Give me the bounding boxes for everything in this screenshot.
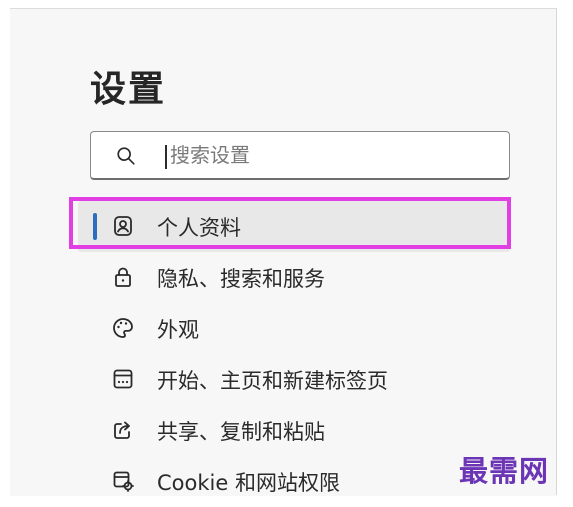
profile-icon [114, 216, 132, 236]
panel-divider [556, 8, 557, 495]
nav-item-label: 开始、主页和新建标签页 [157, 369, 388, 393]
share-icon [114, 421, 130, 439]
lock-icon [115, 267, 131, 287]
nav-item-label: 共享、复制和粘贴 [157, 420, 325, 444]
nav-item-share-copy-paste[interactable]: 共享、复制和粘贴 [78, 405, 510, 456]
settings-nav: 个人资料 隐私、搜索和服务 外观 开始、主页和新建标签页 共享、复制和粘贴 Co… [78, 201, 510, 507]
nav-item-privacy[interactable]: 隐私、搜索和服务 [78, 252, 510, 303]
nav-item-label: 隐私、搜索和服务 [157, 267, 325, 291]
nav-item-start-home-newtab[interactable]: 开始、主页和新建标签页 [78, 354, 510, 405]
nav-item-cookies-permissions[interactable]: Cookie 和网站权限 [78, 456, 510, 507]
nav-item-appearance[interactable]: 外观 [78, 303, 510, 354]
text-caret [165, 145, 167, 169]
search-box[interactable] [90, 131, 510, 180]
nav-item-label: Cookie 和网站权限 [157, 471, 340, 495]
nav-item-label: 个人资料 [157, 216, 241, 240]
home-page-icon [113, 369, 133, 389]
palette-icon [113, 318, 133, 338]
search-icon [117, 147, 135, 165]
active-indicator [93, 213, 97, 240]
nav-item-profile[interactable]: 个人资料 [78, 201, 510, 252]
nav-item-label: 外观 [157, 318, 199, 342]
site-permissions-icon [113, 471, 134, 492]
page-title: 设置 [90, 69, 167, 110]
watermark: 最需网 [459, 454, 550, 488]
search-input[interactable] [170, 138, 490, 172]
